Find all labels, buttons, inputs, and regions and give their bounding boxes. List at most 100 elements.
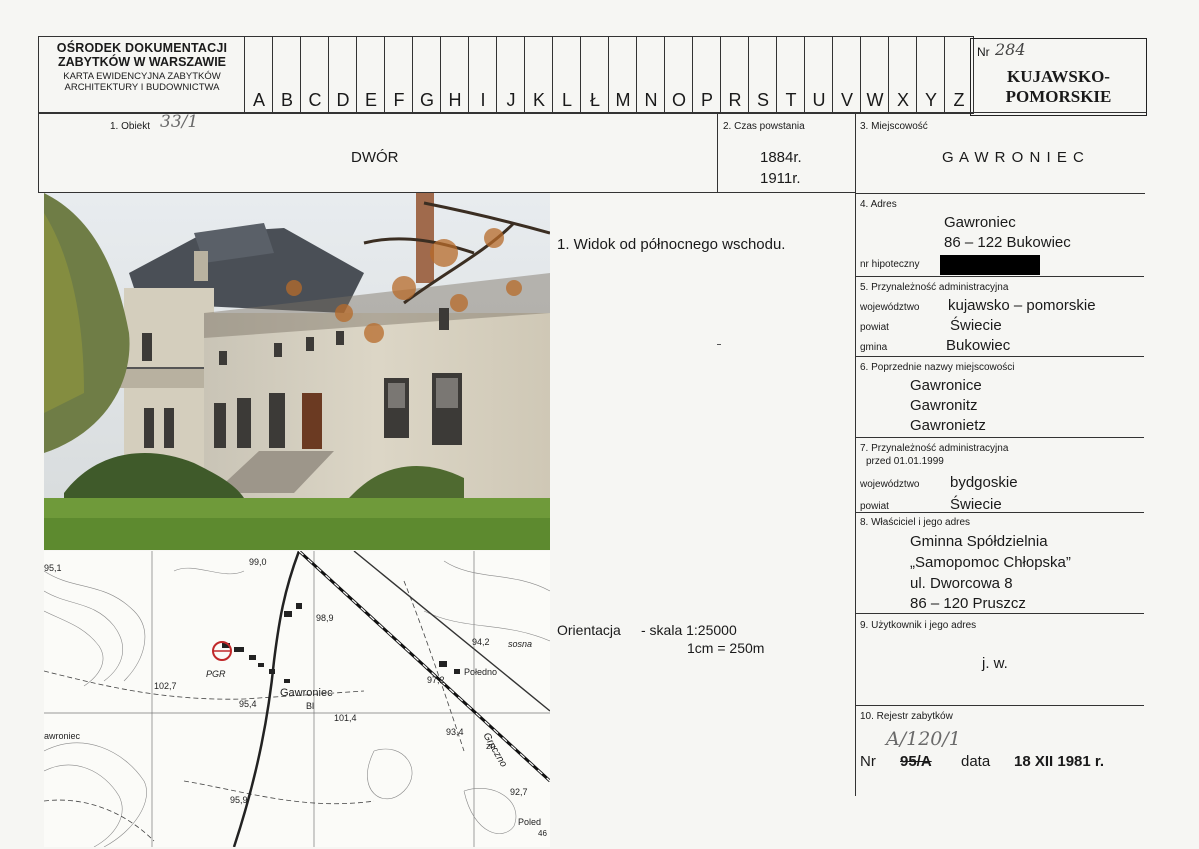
letter-cell: U [804,36,833,114]
letter-cell: W [860,36,889,114]
map-zn: zn. [486,741,499,751]
letter-label: F [393,90,405,110]
letter-cell: V [832,36,861,114]
czas-label: 2. Czas powstania [723,121,805,132]
map-elev-10: 94,2 [472,637,490,647]
manor-photo [44,193,550,550]
letter-label: X [896,90,909,110]
letter-label: Ł [589,90,600,110]
card-title-line2: ARCHITEKTURY I BUDOWNICTWA [64,82,220,93]
map-elev-5: 95,4 [239,699,257,709]
poprzednie-3: Gawronietz [910,417,986,434]
map-town: Gawroniec [280,687,333,699]
poprzednie-label: 6. Poprzednie nazwy miejscowości [860,362,1015,373]
region-line1: KUJAWSKO- [1007,67,1110,86]
letter-label: L [561,90,572,110]
region-stamp: KUJAWSKO- POMORSKIE [971,67,1146,107]
letter-label: J [506,90,516,110]
miejscowosc-label: 3. Miejscowość [860,121,928,132]
letter-label: M [615,90,631,110]
letter-label: R [728,90,742,110]
letter-label: G [419,90,434,110]
speck [717,344,721,345]
letter-cell: A [244,36,273,114]
old-wojewodztwo-label: województwo [860,479,920,490]
adres-label: 4. Adres [860,199,897,210]
letter-label: C [308,90,322,110]
letter-label: E [364,90,377,110]
letter-label: D [336,90,350,110]
letter-label: S [756,90,769,110]
letter-label: U [812,90,826,110]
old-powiat-label: powiat [860,501,889,512]
obiekt-handwritten: 33/1 [160,112,199,132]
rejestr-data-label: data [961,753,991,770]
letter-label: O [671,90,686,110]
admin-label: 5. Przynależność administracyjna [860,282,1009,293]
letter-label: N [644,90,658,110]
institution-box: OŚRODEK DOKUMENTACJI ZABYTKÓW W WARSZAWI… [38,36,245,114]
letter-cell: R [720,36,749,114]
letter-cell: O [664,36,693,114]
map-elev-7: 93,4 [446,727,464,737]
wojewodztwo-value: kujawsko – pomorskie [948,297,1096,314]
topographic-map: 95,1 99,0 98,9 97,2 102,7 95,4 101,4 93,… [44,551,550,847]
map-pgr: PGR [206,669,226,679]
nr-hipoteczny-label: nr hipoteczny [860,259,920,270]
old-powiat-value: Świecie [950,496,1002,513]
letter-label: I [480,90,486,110]
letter-cell: L [552,36,581,114]
miejscowosc-value: G A W R O N I E C [942,149,1085,166]
wojewodztwo-label: województwo [860,302,920,313]
map-num-46: 46 [538,829,547,838]
letter-cell: I [468,36,497,114]
admin-old-label1: 7. Przynależność administracyjna [860,443,1009,454]
gmina-value: Bukowiec [946,337,1011,354]
map-elev-4: 102,7 [154,681,177,691]
rejestr-nr-value: 95/A [900,753,932,770]
poprzednie-2: Gawronitz [910,397,978,414]
map-elev-6: 101,4 [334,713,357,723]
letter-cell: M [608,36,637,114]
wlasciciel-line3: ul. Dworcowa 8 [910,575,1013,592]
map-left-town: awroniec [44,731,81,741]
letter-cell: F [384,36,413,114]
uzytkownik-label: 9. Użytkownik i jego adres [860,620,977,631]
nr-value: 284 [995,40,1026,59]
map-elev-3: 97,2 [427,675,445,685]
wlasciciel-label: 8. Właściciel i jego adres [860,517,971,528]
letter-label: P [700,90,713,110]
powiat-value: Świecie [950,317,1002,334]
letter-cell: G [412,36,441,114]
letter-label: T [785,90,797,110]
map-elev-8: 92,7 [510,787,528,797]
rejestr-handwritten: A/120/1 [886,728,961,750]
map-elev-2: 98,9 [316,613,334,623]
adres-line2: 86 – 122 Bukowiec [944,234,1071,251]
orientation-unit: 1cm = 250m [687,640,765,656]
letter-cell: Y [916,36,945,114]
rejestr-data-value: 18 XII 1981 r. [1014,753,1105,770]
institution-line1: OŚRODEK DOKUMENTACJI [56,41,228,55]
letter-cell: C [300,36,329,114]
letter-label: Z [953,90,965,110]
rejestr-label: 10. Rejestr zabytków [860,711,953,722]
map-elev-1: 99,0 [249,557,267,567]
letter-cell: J [496,36,525,114]
admin-old-label2: przed 01.01.1999 [866,456,944,467]
letter-cell: K [524,36,553,114]
obiekt-label: 1. Obiekt [110,121,151,132]
card-title-line1: KARTA EWIDENCYJNA ZABYTKÓW [63,71,221,82]
map-elev-9: 95,9 [230,795,248,805]
redacted-block [940,255,1040,275]
map-bl: Bl [306,701,315,711]
adres-line1: Gawroniec [944,214,1016,231]
wlasciciel-line2: „Samopomoc Chłopska” [910,554,1071,571]
orientation-scale: - skala 1:25000 [641,622,737,638]
letter-cell: Ł [580,36,609,114]
uzytkownik-value: j. w. [982,655,1008,672]
czas-value-2: 1911r. [760,170,801,187]
letter-cell: D [328,36,357,114]
obiekt-value: DWÓR [351,149,399,166]
gmina-label: gmina [860,342,888,353]
